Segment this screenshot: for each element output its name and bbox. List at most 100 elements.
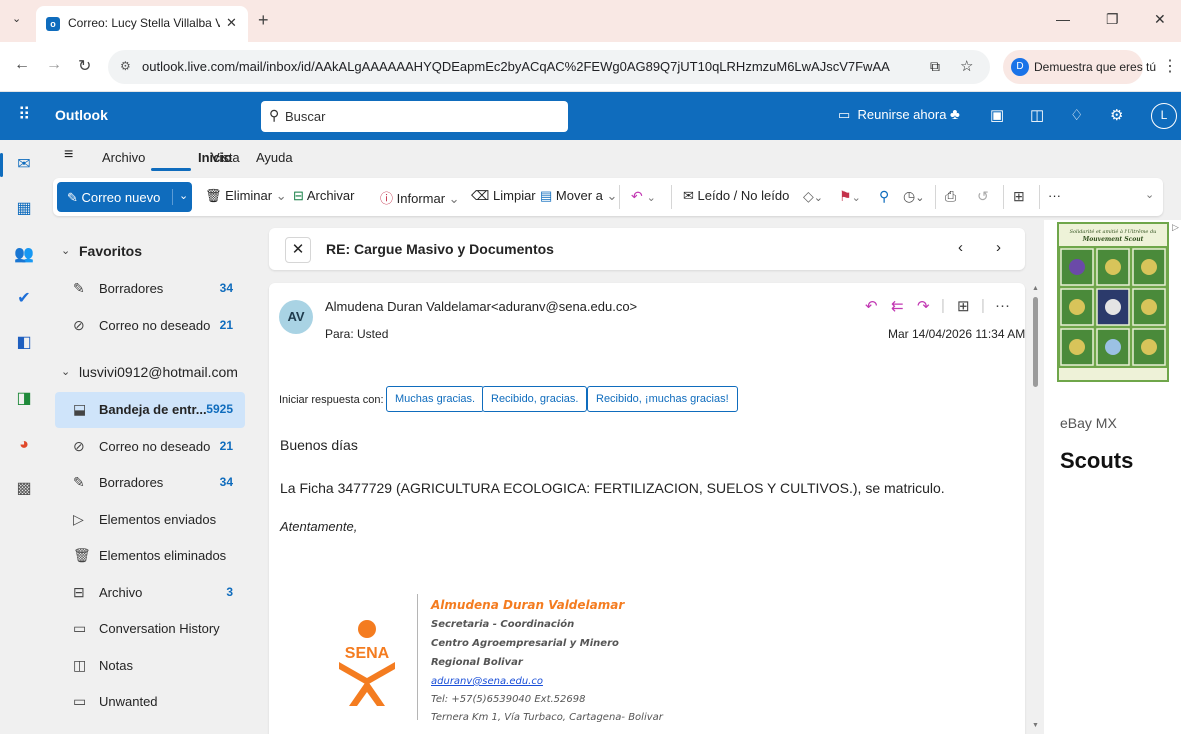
folder-item[interactable]: ✎ Borradores 34 [55,271,245,307]
search-input[interactable]: ⚲ Buscar [261,101,568,132]
previous-message-icon[interactable]: ‹ [958,239,963,256]
tab-search-icon[interactable]: ⌄ [12,12,28,28]
tab-ayuda[interactable]: Ayuda [256,150,293,165]
delete-button[interactable]: 🗑 Eliminar ⌄ [205,188,287,204]
flag-icon[interactable]: ⚑⌄ [839,188,861,205]
folder-item[interactable]: ◫ Notas [55,648,245,684]
close-icon[interactable]: ✕ [285,237,311,263]
todo-icon[interactable]: ✔ [13,288,35,310]
new-mail-button[interactable]: ✎ Correo nuevo ⌄ [57,182,192,212]
scroll-down-icon[interactable]: ▼ [1032,722,1039,729]
new-mail-dropdown-icon[interactable]: ⌄ [172,189,188,205]
bookmark-star-icon[interactable]: ☆ [960,57,973,75]
favorites-header[interactable]: ⌄ Favoritos [55,234,250,270]
browser-menu-icon[interactable]: ⋮ [1162,56,1178,76]
excel-icon[interactable]: ◨ [13,388,35,410]
print-icon[interactable]: ⎙ [945,188,956,205]
read-unread-button[interactable]: ✉ Leído / No leído [683,188,789,204]
trash-icon: 🗑 [73,547,91,563]
omnibox[interactable]: ⚙ outlook.live.com/mail/inbox/id/AAkALgA… [108,50,990,84]
scrollbar-thumb[interactable] [1033,297,1038,387]
meet-now-button[interactable]: ▭ Reunirse ahora [838,107,946,123]
report-button[interactable]: ⓘ Informar ⌄ [380,188,460,207]
separator [619,185,620,209]
sweep-button[interactable]: ⌫ Limpiar [471,188,536,204]
people-icon[interactable]: 👥 [13,244,35,266]
undo-icon[interactable]: ↺ [977,188,989,205]
archive-button[interactable]: ⊟ Archivar [293,188,355,204]
url-text[interactable]: outlook.live.com/mail/inbox/id/AAkALgAAA… [142,59,890,74]
gear-icon[interactable]: ⚙ [1110,106,1123,124]
new-tab-icon[interactable]: + [258,10,269,31]
more-apps-icon[interactable]: ▩ [13,478,35,500]
office-icon[interactable]: ▣ [990,106,1004,124]
move-button[interactable]: ▤ Mover a ⌄ [540,188,617,204]
pin-icon[interactable]: ⚲ [879,188,889,205]
folder-item[interactable]: ▷ Elementos enviados [55,502,245,538]
powerpoint-icon[interactable]: ◕ [13,434,35,456]
folder-item[interactable]: ⊘ Correo no deseado 21 [55,308,245,344]
message-subject: RE: Cargue Masivo y Documentos [326,241,554,257]
mail-icon[interactable]: ✉ [13,154,35,176]
signature-phone: Tel: +57(5)6539040 Ext.52698 [431,694,586,705]
tab-archivo[interactable]: Archivo [102,150,145,165]
reply-all-icon[interactable]: ⇇ [891,297,904,315]
account-header[interactable]: ⌄ lusvivi0912@hotmail.com [55,355,250,391]
next-message-icon[interactable]: › [996,239,1001,256]
teams-icon[interactable]: ♣ [950,106,960,123]
quick-reply-button[interactable]: Recibido, gracias. [482,386,588,412]
outlook-app-icon[interactable]: ◧ [13,332,35,354]
hamburger-icon[interactable]: ≡ [64,146,73,164]
outlook-brand[interactable]: Outlook [55,107,108,123]
folder-label: Archivo [99,584,143,600]
ad-choices-icon[interactable]: ▷ [1172,222,1179,233]
site-info-icon[interactable]: ⚙ [120,59,131,73]
message-scrollbar[interactable]: ▲ ▼ [1030,285,1040,734]
tag-icon[interactable]: ◇⌄ [803,188,823,205]
apps-icon[interactable]: ⊞ [1013,188,1025,205]
user-avatar[interactable]: L [1151,103,1177,129]
tab-vista[interactable]: Vista [211,150,240,165]
folder-item[interactable]: ✎ Borradores 34 [55,465,245,501]
more-actions-icon[interactable]: ··· [995,297,1010,314]
folder-item[interactable]: ⊘ Correo no deseado 21 [55,429,245,465]
bell-icon[interactable]: ♢ [1070,106,1083,124]
more-commands-button[interactable]: ··· [1048,188,1061,203]
browser-tab[interactable]: o Correo: Lucy Stella Villalba Villa ✕ [36,6,248,42]
scroll-up-icon[interactable]: ▲ [1032,285,1039,292]
sender-address[interactable]: Almudena Duran Valdelamar<aduranv@sena.e… [325,299,637,314]
tab-close-icon[interactable]: ✕ [226,15,237,31]
close-window-icon[interactable]: ✕ [1154,11,1166,28]
quick-reply-button[interactable]: Recibido, ¡muchas gracias! [587,386,738,412]
restore-icon[interactable]: ❐ [1106,11,1119,28]
forward-icon[interactable]: ↷ [917,297,930,315]
expand-ribbon-icon[interactable]: ⌄ [1145,188,1154,201]
folder-item[interactable]: ⊟ Archivo 3 [55,575,245,611]
back-icon[interactable]: ← [14,56,30,74]
folder-item[interactable]: ▭ Unwanted [55,684,245,720]
folder-item[interactable]: 🗑 Elementos eliminados [55,538,245,574]
separator [1003,185,1004,209]
folder-item[interactable]: ▭ Conversation History [55,611,245,647]
notes-header-icon[interactable]: ◫ [1030,106,1044,124]
sender-avatar[interactable]: AV [279,300,313,334]
account-name: lusvivi0912@hotmail.com [79,364,238,380]
reply-icon[interactable]: ↶ ⌄ [631,188,656,205]
app-launcher-icon[interactable]: ⠿ [18,105,30,125]
reload-icon[interactable]: ↻ [78,56,91,76]
reply-icon[interactable]: ↶ [865,297,878,315]
ad-title[interactable]: Scouts [1060,448,1133,474]
minimize-icon[interactable]: — [1056,11,1070,27]
signature-email-link[interactable]: aduranv@sena.edu.co [431,676,543,687]
folder-item[interactable]: ⬓ Bandeja de entr... 5925 [55,392,245,428]
closing-text: Atentamente, [280,519,358,534]
ad-source[interactable]: eBay MX [1060,415,1117,431]
snooze-clock-icon[interactable]: ◷⌄ [903,188,924,205]
calendar-icon[interactable]: ▦ [13,198,35,220]
apps-icon[interactable]: ⊞ [957,297,970,315]
quick-reply-button[interactable]: Muchas gracias. [386,386,485,412]
profile-chip[interactable]: D Demuestra que eres tú [1003,50,1156,84]
forward-icon[interactable]: → [46,56,62,74]
ad-image[interactable]: Solidarité et amitié à l'Ultrême du Mouv… [1057,222,1169,382]
install-app-icon[interactable]: ⧉ [930,58,940,75]
